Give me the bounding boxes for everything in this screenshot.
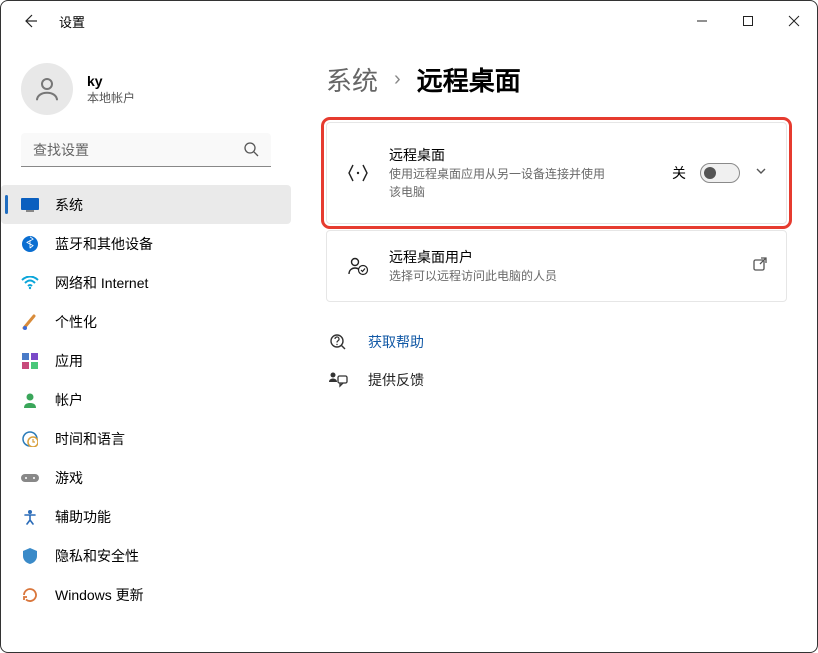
person-icon — [21, 391, 39, 409]
nav-item-windows-update[interactable]: Windows 更新 — [1, 575, 291, 614]
breadcrumb-parent[interactable]: 系统 — [326, 61, 378, 98]
link-label: 提供反馈 — [368, 370, 424, 390]
nav-label: 系统 — [55, 195, 83, 215]
nav-item-bluetooth[interactable]: 蓝牙和其他设备 — [1, 224, 291, 263]
maximize-button[interactable] — [725, 5, 771, 37]
nav-label: 个性化 — [55, 312, 97, 332]
bluetooth-icon — [21, 235, 39, 253]
avatar — [21, 63, 73, 115]
nav-list: 系统 蓝牙和其他设备 网络和 Internet 个性化 应用 帐户 — [1, 185, 291, 614]
chevron-down-icon[interactable] — [754, 164, 768, 183]
nav-item-time-language[interactable]: 时间和语言 — [1, 419, 291, 458]
gamepad-icon — [21, 469, 39, 487]
nav-label: 应用 — [55, 351, 83, 371]
globe-clock-icon — [21, 430, 39, 448]
open-external-icon[interactable] — [752, 256, 768, 277]
nav-label: 时间和语言 — [55, 429, 125, 449]
card-remote-users[interactable]: 远程桌面用户 选择可以远程访问此电脑的人员 — [326, 230, 787, 302]
nav-item-privacy[interactable]: 隐私和安全性 — [1, 536, 291, 575]
help-links: 获取帮助 提供反馈 — [326, 332, 787, 390]
nav-item-accessibility[interactable]: 辅助功能 — [1, 497, 291, 536]
nav-label: 辅助功能 — [55, 507, 111, 527]
nav-item-network[interactable]: 网络和 Internet — [1, 263, 291, 302]
nav-item-system[interactable]: 系统 — [1, 185, 291, 224]
chevron-right-icon: › — [394, 68, 401, 91]
accessibility-icon — [21, 508, 39, 526]
card-remote-desktop[interactable]: 远程桌面 使用远程桌面应用从另一设备连接并使用该电脑 关 — [326, 122, 787, 224]
search-icon — [243, 141, 259, 162]
close-button[interactable] — [771, 5, 817, 37]
shield-icon — [21, 547, 39, 565]
link-get-help[interactable]: 获取帮助 — [326, 332, 787, 352]
brush-icon — [21, 313, 39, 331]
nav-label: 蓝牙和其他设备 — [55, 234, 153, 254]
remote-desktop-icon — [345, 162, 371, 184]
card-title: 远程桌面用户 — [389, 247, 734, 267]
nav-item-accounts[interactable]: 帐户 — [1, 380, 291, 419]
search-input[interactable] — [21, 133, 271, 167]
minimize-button[interactable] — [679, 5, 725, 37]
nav-label: 网络和 Internet — [55, 273, 148, 293]
users-icon — [345, 255, 371, 277]
main-panel: 系统 › 远程桌面 远程桌面 使用远程桌面应用从另一设备连接并使用该电脑 关 — [301, 41, 817, 652]
nav-item-personalization[interactable]: 个性化 — [1, 302, 291, 341]
app-title: 设置 — [59, 12, 85, 31]
search-wrap — [1, 133, 291, 185]
sidebar: ky 本地帐户 系统 蓝牙和其他设备 网络和 Internet — [1, 41, 301, 652]
remote-desktop-toggle[interactable] — [700, 163, 740, 183]
nav-label: Windows 更新 — [55, 585, 144, 605]
link-label: 获取帮助 — [368, 332, 424, 352]
breadcrumb: 系统 › 远程桌面 — [326, 61, 787, 98]
nav-item-gaming[interactable]: 游戏 — [1, 458, 291, 497]
user-block[interactable]: ky 本地帐户 — [1, 41, 291, 133]
title-bar: 设置 — [1, 1, 817, 41]
card-subtitle: 选择可以远程访问此电脑的人员 — [389, 267, 734, 285]
nav-label: 隐私和安全性 — [55, 546, 139, 566]
nav-label: 游戏 — [55, 468, 83, 488]
toggle-state-label: 关 — [672, 163, 686, 183]
user-name: ky — [87, 73, 135, 89]
system-icon — [21, 196, 39, 214]
help-icon — [326, 332, 350, 352]
window-controls — [679, 5, 817, 37]
card-title: 远程桌面 — [389, 145, 654, 165]
back-button[interactable] — [19, 10, 41, 32]
link-feedback[interactable]: 提供反馈 — [326, 370, 787, 390]
apps-icon — [21, 352, 39, 370]
user-subtitle: 本地帐户 — [87, 89, 135, 106]
page-title: 远程桌面 — [417, 61, 521, 98]
nav-item-apps[interactable]: 应用 — [1, 341, 291, 380]
wifi-icon — [21, 274, 39, 292]
card-subtitle: 使用远程桌面应用从另一设备连接并使用该电脑 — [389, 165, 609, 201]
update-icon — [21, 586, 39, 604]
feedback-icon — [326, 371, 350, 389]
nav-label: 帐户 — [55, 390, 83, 410]
